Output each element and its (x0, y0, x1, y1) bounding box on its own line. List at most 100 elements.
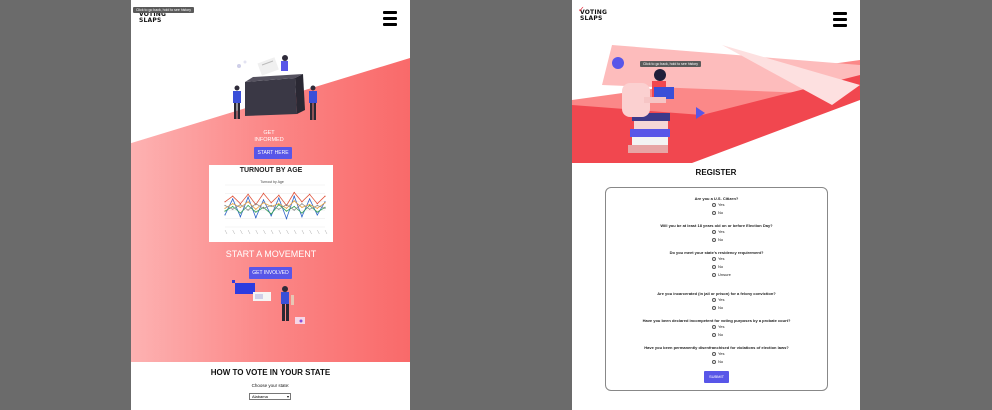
radio-residency-unsure[interactable]: Unsure (712, 272, 731, 277)
chart-point (224, 210, 226, 212)
chart-point (309, 198, 311, 200)
radio-age-no[interactable]: No (712, 237, 723, 242)
chart-point (301, 216, 303, 218)
chevron-down-icon: ▾ (286, 394, 289, 399)
chart-point (270, 202, 272, 204)
reading-person-illustration (622, 69, 674, 153)
home-screen: Click to go back, hold to see history VO… (131, 0, 410, 410)
how-to-vote-title: HOW TO VOTE IN YOUR STATE (210, 368, 331, 377)
chart-point (224, 201, 226, 203)
question-incarcerated: Are you incarcerated (in jail or prison)… (657, 291, 776, 296)
chart-point (232, 195, 234, 197)
chart-point (301, 201, 303, 203)
chart-point (247, 196, 249, 198)
chart-point (232, 205, 234, 208)
chart-point (247, 204, 249, 207)
chart-x-tick (278, 229, 282, 235)
chart-point (285, 204, 288, 206)
radio-age-yes[interactable]: Yes (712, 229, 725, 234)
chart-point (239, 216, 241, 218)
chart-x-tick (317, 229, 320, 235)
question-disenfranchised: Have you been permanently disenfranchise… (644, 345, 789, 350)
question-citizen: Are you a U.S. Citizen? (694, 196, 739, 201)
back-tooltip: Click to go back, hold to see history (640, 61, 702, 67)
hamburger-menu-icon[interactable] (383, 11, 397, 26)
chart-x-tick (286, 229, 289, 235)
chart-point (278, 208, 280, 210)
question-age: Will you be at least 18 years old on or … (660, 223, 773, 228)
chart-point (224, 214, 226, 216)
chart-point (232, 203, 234, 205)
radio-residency-yes[interactable]: Yes (712, 256, 725, 261)
turnout-chart-title: TURNOUT BY AGE (239, 167, 303, 174)
chart-point (278, 197, 280, 199)
voting-slaps-logo[interactable]: VOTING SLAPS (139, 12, 166, 23)
chart-point (316, 214, 318, 216)
logo-line-2: SLAPS (139, 16, 162, 24)
turnout-chart-card: TURNOUT BY AGE Turnout by Age (209, 165, 333, 242)
chart-point (301, 212, 303, 214)
radio-citizen-no[interactable]: No (712, 210, 723, 215)
radio-residency-no[interactable]: No (712, 264, 723, 269)
get-involved-button[interactable]: GET INVOLVED (249, 267, 292, 279)
radio-citizen-yes[interactable]: Yes (712, 202, 725, 207)
chart-point (232, 198, 234, 200)
voting-slaps-logo[interactable]: ✓ VOTING SLAPS (578, 5, 607, 21)
chart-point (262, 202, 265, 204)
chart-point (239, 204, 241, 206)
chart-point (224, 207, 226, 209)
chart-point (224, 204, 226, 207)
get-informed-heading: GET INFORMED (241, 130, 297, 143)
chart-point (301, 203, 303, 205)
chart-x-tick (263, 229, 266, 235)
start-movement-heading: START A MOVEMENT (225, 249, 317, 259)
chart-point (293, 195, 295, 197)
radio-incompetent-yes[interactable]: Yes (712, 324, 725, 329)
radio-incompetent-no[interactable]: No (712, 332, 723, 337)
chart-point (262, 199, 265, 201)
chart-point (309, 208, 311, 210)
chart-point (293, 200, 295, 202)
chart-x-tick (309, 229, 312, 235)
chart-point (285, 210, 288, 212)
chart-point (309, 193, 311, 195)
chart-x-tick (301, 229, 305, 235)
question-residency: Do you meet your state's residency requi… (669, 250, 764, 255)
radio-disenfranchised-no[interactable]: No (712, 359, 723, 364)
choose-state-label: Choose your state: (251, 383, 290, 388)
chart-point (255, 208, 257, 210)
register-form: Are you a U.S. Citizen? Yes No Will you … (605, 187, 828, 391)
radio-incarcerated-no[interactable]: No (712, 305, 723, 310)
ballot-box-illustration (233, 55, 317, 120)
register-title: REGISTER (695, 168, 737, 177)
question-incompetent: Have you been declared incompetent for v… (642, 318, 791, 323)
chart-point (293, 205, 295, 208)
chart-x-tick (294, 229, 297, 235)
chart-point (232, 208, 234, 210)
chart-point (324, 195, 326, 197)
chart-inner-title: Turnout by Age (260, 180, 284, 184)
start-here-button[interactable]: START HERE (254, 147, 292, 159)
chart-x-tick (324, 229, 328, 235)
chart-point (255, 217, 257, 219)
state-select-value: Alabama (252, 394, 268, 399)
chart-point (316, 207, 318, 209)
chart-point (270, 213, 272, 215)
state-select[interactable]: Alabama ▾ (249, 393, 291, 400)
chart-point (247, 193, 249, 195)
chart-point (285, 218, 288, 220)
turnout-line-chart: Turnout by Age (224, 180, 328, 235)
radio-incarcerated-yes[interactable]: Yes (712, 297, 725, 302)
chart-point (301, 206, 303, 208)
submit-button[interactable]: SUBMIT (704, 371, 729, 383)
chart-point (262, 192, 265, 194)
chart-x-tick (240, 229, 243, 235)
chart-point (293, 191, 295, 194)
back-tooltip: Click to go back, hold to see history (133, 7, 195, 13)
hamburger-menu-icon[interactable] (833, 12, 847, 27)
chart-point (316, 203, 318, 205)
radio-disenfranchised-yes[interactable]: Yes (712, 351, 725, 356)
checkmark-icon: ✓ (578, 5, 585, 14)
movement-illustration (232, 280, 305, 324)
chart-point (239, 206, 241, 208)
